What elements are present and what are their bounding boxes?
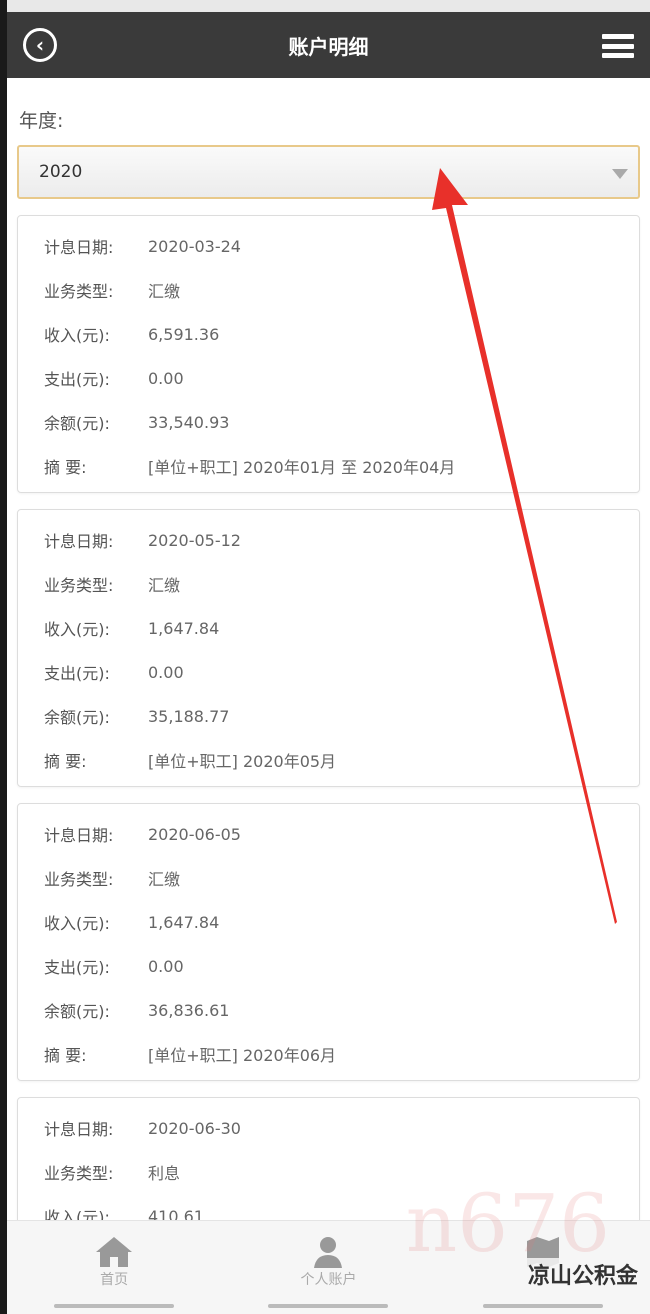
chevron-left-icon: ‹ [35,33,45,57]
tab-label: 首页 [100,1272,129,1288]
screen: ‹ 账户明细 年度: 2020 计息日期: 2020-03-24 业务类型: 汇缴 收入… [7,0,650,1314]
field-value: 汇缴 [148,282,181,301]
caret-down-icon [612,169,628,179]
record-row-expense: 支出(元): 0.00 [18,650,639,694]
field-label: 收入(元): [44,914,110,933]
header: ‹ 账户明细 [7,12,650,78]
tab-personal-account[interactable]: 个人账户 [221,1221,435,1314]
field-value: 33,540.93 [148,412,230,432]
status-bar [7,0,650,12]
field-label: 支出(元): [44,958,110,977]
field-value: 0.00 [148,368,184,388]
record-row-expense: 支出(元): 0.00 [18,944,639,988]
record-row-income: 收入(元): 1,647.84 [18,606,639,650]
field-label: 收入(元): [44,620,110,639]
field-value: [单位+职工] 2020年05月 [148,752,337,771]
field-label: 支出(元): [44,370,110,389]
record-row-balance: 余额(元): 33,540.93 [18,400,639,444]
field-value: 1,647.84 [148,618,220,638]
field-label: 计息日期: [44,238,114,257]
record-card: 计息日期: 2020-06-05 业务类型: 汇缴收入(元): 1,647.84 支出(元… [17,803,640,1081]
field-label: 业务类型: [44,870,114,889]
page-title: 账户明细 [288,34,369,59]
field-label: 计息日期: [44,1120,114,1139]
field-label: 计息日期: [44,826,114,845]
record-row-date: 计息日期: 2020-05-12 [18,518,639,562]
field-value: 36,836.61 [148,1000,230,1020]
field-value: 0.00 [148,662,184,682]
field-label: 摘 要: [44,752,87,771]
field-label: 业务类型: [44,1164,114,1183]
year-select-value: 2020 [39,162,83,182]
home-icon [96,1237,133,1267]
record-row-type: 业务类型: 汇缴 [18,562,639,606]
record-row-balance: 余额(元): 36,836.61 [18,988,639,1032]
field-label: 业务类型: [44,576,114,595]
bottom-nav: 首页 个人账户 n676 凉山公积金 [7,1177,650,1314]
field-value: 2020-06-05 [148,824,241,844]
field-value: 0.00 [148,956,184,976]
field-value: [单位+职工] 2020年06月 [148,1046,337,1065]
field-label: 计息日期: [44,532,114,551]
record-row-expense: 支出(元): 0.00 [18,356,639,400]
back-button[interactable]: ‹ [23,28,57,62]
field-value: 2020-06-30 [148,1118,241,1138]
record-row-date: 计息日期: 2020-06-05 [18,812,639,856]
watermark-text: n676 [405,1177,610,1270]
field-value: 2020-05-12 [148,530,241,550]
field-label: 摘 要: [44,458,87,477]
field-label: 余额(元): [44,414,110,433]
field-label: 余额(元): [44,708,110,727]
record-row-balance: 余额(元): 35,188.77 [18,694,639,738]
field-value: [单位+职工] 2020年01月 至 2020年04月 [148,458,456,477]
field-value: 6,591.36 [148,324,220,344]
field-label: 余额(元): [44,1002,110,1021]
tab-home[interactable]: 首页 [7,1221,221,1314]
user-icon [314,1237,343,1268]
field-value: 汇缴 [148,576,181,595]
field-label: 业务类型: [44,282,114,301]
field-value: 利息 [148,1164,181,1183]
field-value: 汇缴 [148,870,181,889]
field-value: 1,647.84 [148,912,220,932]
field-label: 收入(元): [44,326,110,345]
record-row-date: 计息日期: 2020-03-24 [18,224,639,268]
record-row-summary: 摘 要: [单位+职工] 2020年06月 [18,1032,639,1076]
record-row-type: 业务类型: 汇缴 [18,856,639,900]
menu-button[interactable] [602,34,634,58]
record-row-date: 计息日期: 2020-06-30 [18,1106,639,1150]
field-value: 2020-03-24 [148,236,241,256]
year-select[interactable]: 2020 [17,145,640,199]
record-row-summary: 摘 要: [单位+职工] 2020年01月 至 2020年04月 [18,444,639,488]
field-value: 35,188.77 [148,706,230,726]
field-label: 摘 要: [44,1046,87,1065]
field-label: 支出(元): [44,664,110,683]
record-card: 计息日期: 2020-03-24 业务类型: 汇缴收入(元): 6,591.36 支出(元… [17,215,640,493]
record-row-income: 收入(元): 1,647.84 [18,900,639,944]
record-card: 计息日期: 2020-05-12 业务类型: 汇缴收入(元): 1,647.84 支出(元… [17,509,640,787]
record-row-type: 业务类型: 汇缴 [18,268,639,312]
hamburger-icon [602,34,634,39]
record-row-income: 收入(元): 6,591.36 [18,312,639,356]
year-label: 年度: [19,110,64,132]
record-list: 计息日期: 2020-03-24 业务类型: 汇缴 收入(元): 6,591.36 支出(元… [17,215,640,1287]
watermark-logo: 凉山公积金 [523,1258,642,1290]
tab-label: 个人账户 [300,1272,357,1288]
record-row-summary: 摘 要: [单位+职工] 2020年05月 [18,738,639,782]
